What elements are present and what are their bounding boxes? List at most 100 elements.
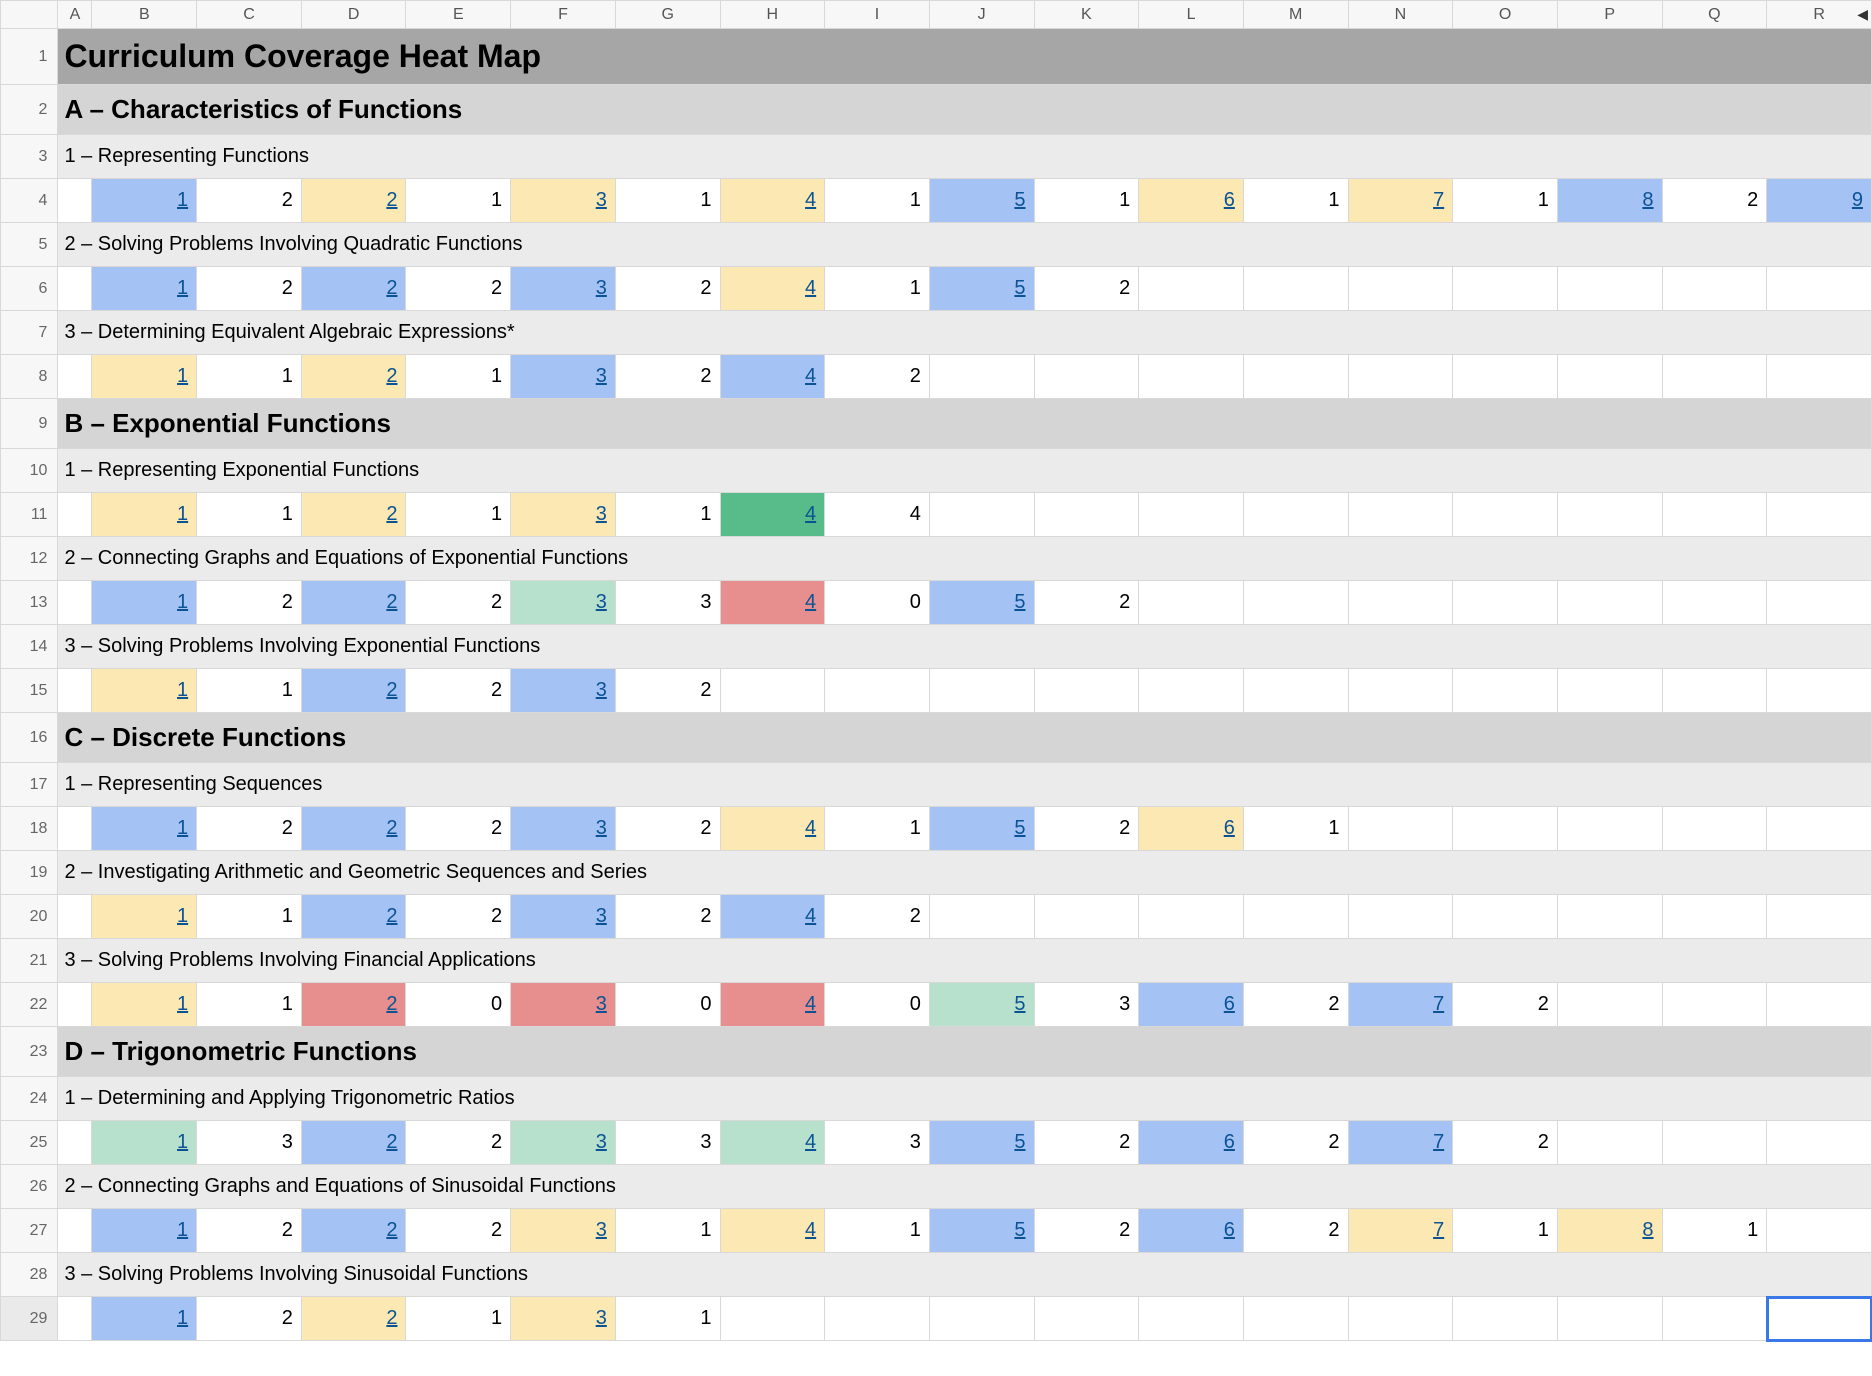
cell-M11[interactable] <box>1243 493 1348 537</box>
cell-L8[interactable] <box>1139 355 1244 399</box>
cell-B27[interactable]: 1 <box>92 1209 197 1253</box>
cell-G8[interactable]: 2 <box>615 355 720 399</box>
row-header-9[interactable]: 9 <box>1 399 58 449</box>
cell-F18[interactable]: 3 <box>511 807 616 851</box>
cell-E11[interactable]: 1 <box>406 493 511 537</box>
cell-D29[interactable]: 2 <box>301 1297 406 1341</box>
cell-O20[interactable] <box>1453 895 1558 939</box>
cell-B25[interactable]: 1 <box>92 1121 197 1165</box>
cell-N6[interactable] <box>1348 267 1453 311</box>
row-header-14[interactable]: 14 <box>1 625 58 669</box>
cell-K27[interactable]: 2 <box>1034 1209 1139 1253</box>
cell-I20[interactable]: 2 <box>825 895 930 939</box>
cell-P8[interactable] <box>1557 355 1662 399</box>
row-header-2[interactable]: 2 <box>1 85 58 135</box>
cell-D13[interactable]: 2 <box>301 581 406 625</box>
cell-D11[interactable]: 2 <box>301 493 406 537</box>
cell-J27[interactable]: 5 <box>929 1209 1034 1253</box>
cell-Q13[interactable] <box>1662 581 1767 625</box>
cell-L20[interactable] <box>1139 895 1244 939</box>
cell-J13[interactable]: 5 <box>929 581 1034 625</box>
cell-A20[interactable] <box>58 895 92 939</box>
cell-J18[interactable]: 5 <box>929 807 1034 851</box>
cell-Q4[interactable]: 2 <box>1662 179 1767 223</box>
cell-A22[interactable] <box>58 983 92 1027</box>
cell-K8[interactable] <box>1034 355 1139 399</box>
cell-H13[interactable]: 4 <box>720 581 825 625</box>
cell-I25[interactable]: 3 <box>825 1121 930 1165</box>
cell-B15[interactable]: 1 <box>92 669 197 713</box>
cell-L25[interactable]: 6 <box>1139 1121 1244 1165</box>
cell-F8[interactable]: 3 <box>511 355 616 399</box>
cell-L6[interactable] <box>1139 267 1244 311</box>
cell-E4[interactable]: 1 <box>406 179 511 223</box>
cell-J11[interactable] <box>929 493 1034 537</box>
row-header-1[interactable]: 1 <box>1 29 58 85</box>
cell-M4[interactable]: 1 <box>1243 179 1348 223</box>
row-header-23[interactable]: 23 <box>1 1027 58 1077</box>
row-header-11[interactable]: 11 <box>1 493 58 537</box>
cell-P13[interactable] <box>1557 581 1662 625</box>
cell-F6[interactable]: 3 <box>511 267 616 311</box>
cell-H11[interactable]: 4 <box>720 493 825 537</box>
cell-P22[interactable] <box>1557 983 1662 1027</box>
row-header-25[interactable]: 25 <box>1 1121 58 1165</box>
row-header-19[interactable]: 19 <box>1 851 58 895</box>
cell-O4[interactable]: 1 <box>1453 179 1558 223</box>
cell-F20[interactable]: 3 <box>511 895 616 939</box>
cell-R6[interactable] <box>1767 267 1872 311</box>
cell-K29[interactable] <box>1034 1297 1139 1341</box>
cell-Q20[interactable] <box>1662 895 1767 939</box>
row-header-28[interactable]: 28 <box>1 1253 58 1297</box>
row-header-18[interactable]: 18 <box>1 807 58 851</box>
cell-N25[interactable]: 7 <box>1348 1121 1453 1165</box>
col-header-H[interactable]: H <box>720 1 825 29</box>
cell-B8[interactable]: 1 <box>92 355 197 399</box>
cell-F27[interactable]: 3 <box>511 1209 616 1253</box>
cell-C6[interactable]: 2 <box>197 267 302 311</box>
cell-I29[interactable] <box>825 1297 930 1341</box>
cell-H6[interactable]: 4 <box>720 267 825 311</box>
cell-E18[interactable]: 2 <box>406 807 511 851</box>
cell-K4[interactable]: 1 <box>1034 179 1139 223</box>
row-header-22[interactable]: 22 <box>1 983 58 1027</box>
cell-R22[interactable] <box>1767 983 1872 1027</box>
cell-I22[interactable]: 0 <box>825 983 930 1027</box>
cell-L18[interactable]: 6 <box>1139 807 1244 851</box>
cell-P6[interactable] <box>1557 267 1662 311</box>
cell-N27[interactable]: 7 <box>1348 1209 1453 1253</box>
cell-I15[interactable] <box>825 669 930 713</box>
cell-I13[interactable]: 0 <box>825 581 930 625</box>
col-header-N[interactable]: N <box>1348 1 1453 29</box>
cell-M8[interactable] <box>1243 355 1348 399</box>
cell-E25[interactable]: 2 <box>406 1121 511 1165</box>
cell-O18[interactable] <box>1453 807 1558 851</box>
cell-F15[interactable]: 3 <box>511 669 616 713</box>
row-header-26[interactable]: 26 <box>1 1165 58 1209</box>
cell-F22[interactable]: 3 <box>511 983 616 1027</box>
cell-N13[interactable] <box>1348 581 1453 625</box>
cell-A11[interactable] <box>58 493 92 537</box>
cell-H27[interactable]: 4 <box>720 1209 825 1253</box>
row-header-8[interactable]: 8 <box>1 355 58 399</box>
cell-O29[interactable] <box>1453 1297 1558 1341</box>
cell-K15[interactable] <box>1034 669 1139 713</box>
cell-G20[interactable]: 2 <box>615 895 720 939</box>
cell-P27[interactable]: 8 <box>1557 1209 1662 1253</box>
cell-R4[interactable]: 9 <box>1767 179 1872 223</box>
cell-P15[interactable] <box>1557 669 1662 713</box>
cell-C11[interactable]: 1 <box>197 493 302 537</box>
row-header-5[interactable]: 5 <box>1 223 58 267</box>
cell-E22[interactable]: 0 <box>406 983 511 1027</box>
row-header-7[interactable]: 7 <box>1 311 58 355</box>
col-header-J[interactable]: J <box>929 1 1034 29</box>
cell-D25[interactable]: 2 <box>301 1121 406 1165</box>
cell-B6[interactable]: 1 <box>92 267 197 311</box>
col-header-O[interactable]: O <box>1453 1 1558 29</box>
col-header-B[interactable]: B <box>92 1 197 29</box>
cell-M13[interactable] <box>1243 581 1348 625</box>
cell-B11[interactable]: 1 <box>92 493 197 537</box>
cell-G22[interactable]: 0 <box>615 983 720 1027</box>
cell-H25[interactable]: 4 <box>720 1121 825 1165</box>
row-header-3[interactable]: 3 <box>1 135 58 179</box>
